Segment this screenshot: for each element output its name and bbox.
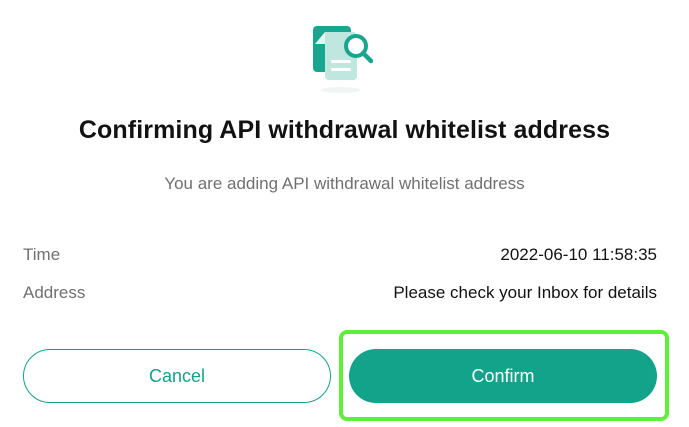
detail-row-time: Time 2022-06-10 11:58:35 [23,243,657,267]
detail-row-address: Address Please check your Inbox for deta… [23,281,657,305]
dialog-subtitle: You are adding API withdrawal whitelist … [164,174,525,193]
address-label: Address [23,283,86,302]
time-value: 2022-06-10 11:58:35 [500,245,657,264]
document-search-icon [309,24,381,96]
time-label: Time [23,245,61,264]
cancel-button[interactable]: Cancel [23,349,331,403]
confirm-button[interactable]: Confirm [349,349,657,403]
dialog-title: Confirming API withdrawal whitelist addr… [78,116,611,144]
confirm-dialog: Confirming API withdrawal whitelist addr… [0,0,689,427]
address-value: Please check your Inbox for details [393,283,657,302]
